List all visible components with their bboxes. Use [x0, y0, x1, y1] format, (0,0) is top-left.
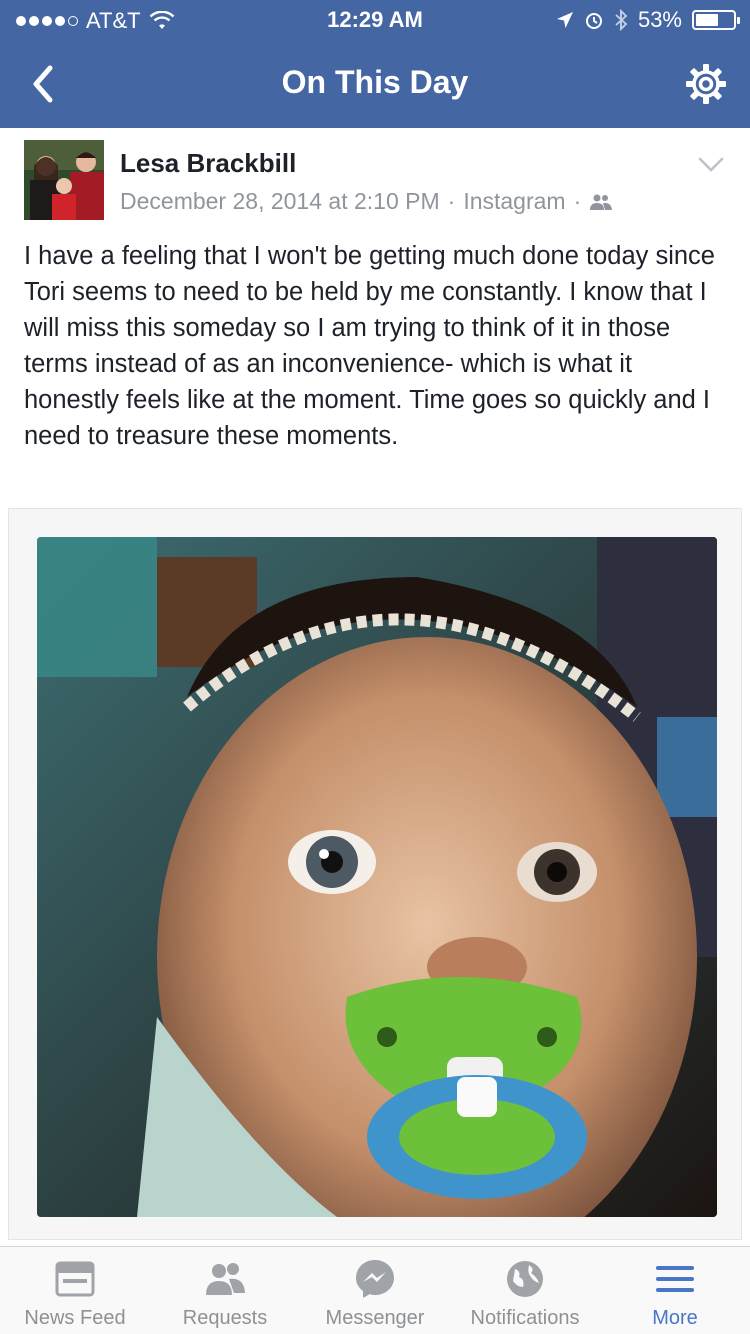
menu-icon: [656, 1266, 694, 1292]
settings-gear-icon[interactable]: [684, 62, 728, 106]
author-name[interactable]: Lesa Brackbill: [120, 148, 296, 179]
battery-percent: 53%: [637, 7, 682, 32]
navigation-bar: On This Day: [0, 40, 750, 128]
tab-messenger[interactable]: Messenger: [300, 1247, 450, 1334]
status-right: 53%: [556, 7, 740, 33]
tab-notifications[interactable]: Notifications: [450, 1247, 600, 1334]
tab-requests[interactable]: Requests: [150, 1247, 300, 1334]
meta-separator-2: ·: [573, 188, 582, 214]
alarm-icon: [585, 13, 602, 29]
tab-label-messenger: Messenger: [325, 1307, 425, 1329]
avatar[interactable]: [24, 140, 104, 220]
post-text: I have a feeling that I won't be getting…: [24, 242, 715, 450]
page-title: On This Day: [281, 64, 469, 100]
bluetooth-icon: [615, 9, 628, 31]
messenger-icon: [356, 1260, 394, 1298]
tab-label-notifications: Notifications: [470, 1307, 580, 1329]
tab-label-more: More: [652, 1307, 698, 1329]
photo-frame: [8, 508, 742, 1240]
tab-label-requests: Requests: [182, 1307, 268, 1329]
post-source: Instagram: [463, 188, 566, 214]
status-bar: AT&T 12:29 AM 53%: [0, 0, 750, 40]
post-photo[interactable]: [37, 537, 717, 1217]
requests-icon: [206, 1263, 245, 1295]
news-feed-icon: [55, 1261, 95, 1297]
meta-separator: ·: [447, 188, 456, 214]
globe-icon: [507, 1261, 543, 1297]
battery-icon: [692, 10, 740, 30]
friends-icon: [590, 194, 613, 210]
chevron-down-icon[interactable]: [698, 156, 724, 174]
tab-more[interactable]: More: [600, 1247, 750, 1334]
tab-news-feed[interactable]: News Feed: [0, 1247, 150, 1334]
post-header: Lesa Brackbill December 28, 2014 at 2:10…: [0, 128, 750, 228]
tab-label-news-feed: News Feed: [24, 1307, 126, 1329]
location-arrow-icon: [556, 12, 573, 28]
post-meta: December 28, 2014 at 2:10 PM · Instagram…: [120, 188, 613, 215]
tab-bar: News Feed Requests Messenger Notificatio…: [0, 1246, 750, 1334]
top-bar: AT&T 12:29 AM 53% On This Day: [0, 0, 750, 128]
post-date[interactable]: December 28, 2014 at 2:10 PM: [120, 188, 440, 215]
